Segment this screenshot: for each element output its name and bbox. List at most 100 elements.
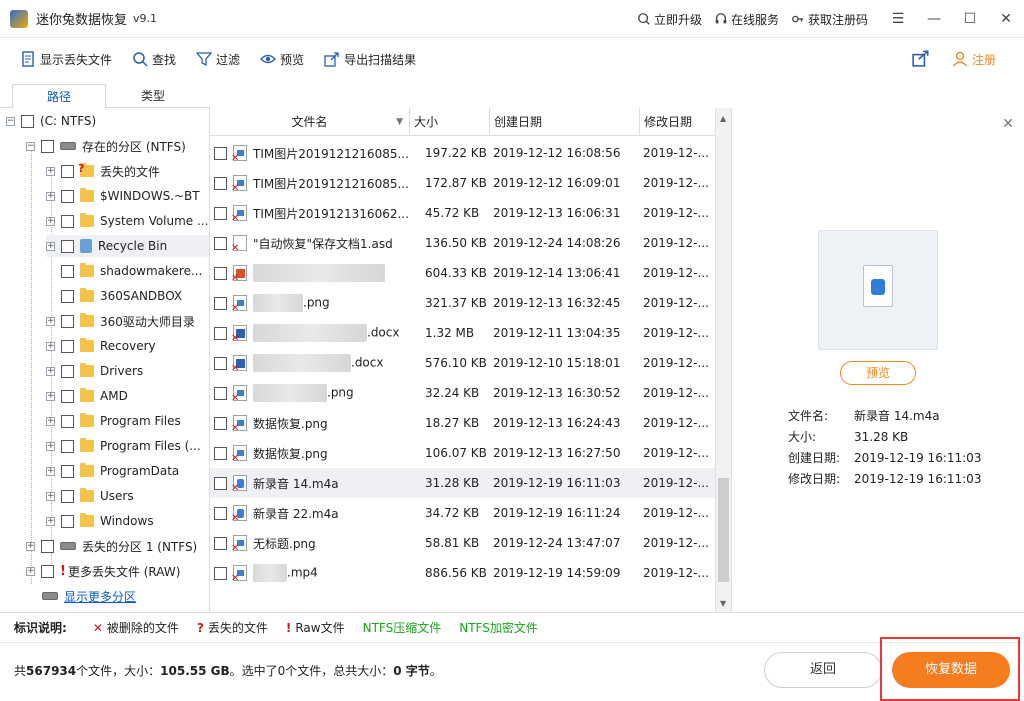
expand-icon[interactable]: + <box>46 466 55 476</box>
tree-checkbox[interactable] <box>61 514 74 528</box>
row-checkbox[interactable] <box>214 326 227 340</box>
table-row[interactable]: ✕ TIM图片2019121216085... 197.22 KB 2019-1… <box>210 138 715 168</box>
expand-icon[interactable]: + <box>46 391 55 401</box>
table-row[interactable]: ✕ 数据恢复.png 106.07 KB 2019-12-13 16:27:50… <box>210 438 715 468</box>
register-button[interactable]: 注册 <box>952 51 996 68</box>
tree-checkbox[interactable] <box>61 264 74 278</box>
expand-icon[interactable]: + <box>46 441 55 451</box>
tree-item[interactable]: + ProgramData <box>46 460 179 482</box>
tree-checkbox[interactable] <box>61 464 74 478</box>
row-checkbox[interactable] <box>214 506 227 520</box>
table-row[interactable]: ✕ 数据恢复.png 18.27 KB 2019-12-13 16:24:43 … <box>210 408 715 438</box>
recover-button[interactable]: 恢复数据 <box>892 652 1010 688</box>
tab-type[interactable]: 类型 <box>106 84 200 108</box>
scroll-up-icon[interactable]: ▲ <box>720 114 726 123</box>
row-checkbox[interactable] <box>214 266 227 280</box>
maximize-button[interactable]: ☐ <box>952 0 988 38</box>
upgrade-link[interactable]: 立即升级 <box>637 11 702 28</box>
tree-item[interactable]: shadowmakere... <box>61 260 202 282</box>
table-row[interactable]: ✕ TIM图片2019121216085... 172.87 KB 2019-1… <box>210 168 715 198</box>
tree-item[interactable]: + Windows <box>46 510 154 532</box>
tree-item[interactable]: + 360驱动大师目录 <box>46 310 195 332</box>
tree-item[interactable]: 360SANDBOX <box>61 285 182 307</box>
row-checkbox[interactable] <box>214 446 227 460</box>
table-row[interactable]: ✕ .png 321.37 KB 2019-12-13 16:32:45 201… <box>210 288 715 318</box>
preview-file-button[interactable]: 预览 <box>840 361 916 385</box>
get-key-link[interactable]: 获取注册码 <box>791 11 868 28</box>
tree-item[interactable]: + Program Files (... <box>46 435 201 457</box>
tree-checkbox[interactable] <box>41 539 54 553</box>
menu-button[interactable]: ☰ <box>880 0 916 38</box>
tree-raw-files[interactable]: + ! 更多丢失文件 (RAW) <box>26 560 180 582</box>
tree-checkbox[interactable] <box>61 164 74 178</box>
tree-checkbox[interactable] <box>61 289 74 303</box>
expand-icon[interactable]: + <box>26 566 35 576</box>
table-row[interactable]: ✕ .docx 576.10 KB 2019-12-10 15:18:01 20… <box>210 348 715 378</box>
export-button[interactable]: 导出扫描结果 <box>324 51 416 68</box>
back-button[interactable]: 返回 <box>764 652 882 688</box>
tree-item[interactable]: + Recovery <box>46 335 156 357</box>
show-more-partitions-link[interactable]: 显示更多分区 <box>42 585 136 607</box>
tree-lost-partition[interactable]: + 丢失的分区 1 (NTFS) <box>26 535 197 557</box>
table-row[interactable]: ✕ .docx 1.32 MB 2019-12-11 13:04:35 2019… <box>210 318 715 348</box>
filter-button[interactable]: 过滤 <box>196 51 240 68</box>
tab-path[interactable]: 路径 <box>12 84 106 108</box>
tree-item[interactable]: + Users <box>46 485 134 507</box>
expand-icon[interactable]: + <box>46 341 55 351</box>
tree-checkbox[interactable] <box>61 414 74 428</box>
tree-checkbox[interactable] <box>41 564 54 578</box>
find-button[interactable]: 查找 <box>132 51 176 68</box>
show-lost-files-button[interactable]: 显示丢失文件 <box>20 51 112 68</box>
tree-item[interactable]: + System Volume ... <box>46 210 208 232</box>
scroll-down-icon[interactable]: ▼ <box>720 599 726 608</box>
column-name[interactable]: 文件名 ▼ <box>210 108 410 136</box>
tree-checkbox[interactable] <box>61 339 74 353</box>
column-modified[interactable]: 修改日期 <box>640 108 715 136</box>
expand-icon[interactable]: + <box>46 191 55 201</box>
minimize-button[interactable]: — <box>916 0 952 38</box>
column-created[interactable]: 创建日期 <box>490 108 640 136</box>
row-checkbox[interactable] <box>214 566 227 580</box>
table-row[interactable]: ✕ .png 32.24 KB 2019-12-13 16:30:52 2019… <box>210 378 715 408</box>
expand-icon[interactable]: + <box>46 166 55 176</box>
row-checkbox[interactable] <box>214 386 227 400</box>
row-checkbox[interactable] <box>214 146 227 160</box>
tree-checkbox[interactable] <box>61 364 74 378</box>
expand-icon[interactable]: + <box>46 241 55 251</box>
tree-item[interactable]: + ? 丢失的文件 <box>46 160 160 182</box>
tree-checkbox[interactable] <box>61 489 74 503</box>
expand-icon[interactable]: + <box>46 216 55 226</box>
tree-item[interactable]: + Drivers <box>46 360 143 382</box>
tree-item[interactable]: + Program Files <box>46 410 181 432</box>
row-checkbox[interactable] <box>214 356 227 370</box>
expand-icon[interactable]: + <box>46 516 55 526</box>
expand-icon[interactable]: + <box>46 491 55 501</box>
expand-icon[interactable]: + <box>46 416 55 426</box>
table-row-selected[interactable]: ✕ 新录音 14.m4a 31.28 KB 2019-12-19 16:11:0… <box>210 468 715 498</box>
table-row[interactable]: ✕ "自动恢复"保存文档1.asd 136.50 KB 2019-12-24 1… <box>210 228 715 258</box>
expand-icon[interactable]: + <box>46 316 55 326</box>
tree-existing-partition[interactable]: − 存在的分区 (NTFS) <box>26 135 186 157</box>
row-checkbox[interactable] <box>214 476 227 490</box>
row-checkbox[interactable] <box>214 416 227 430</box>
tree-checkbox[interactable] <box>61 214 74 228</box>
tree-root[interactable]: − (C: NTFS) <box>6 110 96 132</box>
table-row[interactable]: ✕ TIM图片2019121316062... 45.72 KB 2019-12… <box>210 198 715 228</box>
row-checkbox[interactable] <box>214 236 227 250</box>
share-button[interactable] <box>912 49 930 70</box>
tree-checkbox[interactable] <box>61 189 74 203</box>
tree-checkbox[interactable] <box>61 314 74 328</box>
collapse-icon[interactable]: − <box>6 116 15 126</box>
collapse-icon[interactable]: − <box>26 141 35 151</box>
close-preview-icon[interactable]: ✕ <box>1002 116 1014 132</box>
tree-checkbox[interactable] <box>21 114 34 128</box>
row-checkbox[interactable] <box>214 176 227 190</box>
tree-item-selected[interactable]: + Recycle Bin <box>46 235 209 257</box>
table-row[interactable]: ✕ 新录音 22.m4a 34.72 KB 2019-12-19 16:11:2… <box>210 498 715 528</box>
table-row[interactable]: ✕ .mp4 886.56 KB 2019-12-19 14:59:09 201… <box>210 558 715 588</box>
tree-item[interactable]: + AMD <box>46 385 128 407</box>
row-checkbox[interactable] <box>214 536 227 550</box>
expand-icon[interactable]: + <box>46 366 55 376</box>
tree-checkbox[interactable] <box>61 239 74 253</box>
tree-checkbox[interactable] <box>41 139 54 153</box>
